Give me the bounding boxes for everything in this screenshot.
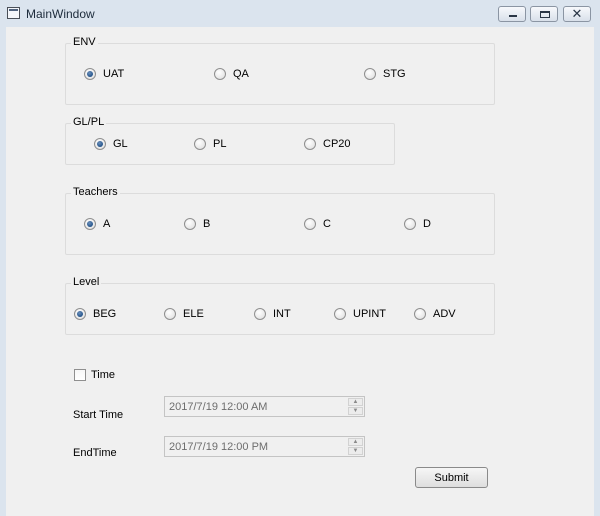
level-group-title: Level [71,276,102,288]
checkbox-indicator [74,369,86,381]
radio-indicator [304,138,316,150]
radio-label: CP20 [323,138,351,150]
radio-level-int[interactable]: INT [254,308,291,320]
radio-glpl-pl[interactable]: PL [194,138,226,150]
radio-indicator [84,218,96,230]
start-time-value: 2017/7/19 12:00 AM [169,401,268,413]
radio-indicator [414,308,426,320]
submit-button[interactable]: Submit [415,467,488,488]
env-group-title: ENV [71,36,98,48]
close-button[interactable]: ✕ [563,6,591,22]
radio-label: STG [383,68,406,80]
radio-teacher-a[interactable]: A [84,218,110,230]
end-time-value: 2017/7/19 12:00 PM [169,441,269,453]
minimize-button[interactable] [498,6,526,22]
radio-label: INT [273,308,291,320]
spin-up-icon[interactable]: ▲ [348,438,363,446]
env-group: ENV UAT QA STG [65,36,495,105]
radio-indicator [84,68,96,80]
radio-indicator [214,68,226,80]
radio-label: PL [213,138,227,150]
time-checkbox[interactable]: Time [74,369,115,381]
teachers-group: Teachers A B C D [65,186,495,255]
radio-label: ADV [433,308,456,320]
radio-level-adv[interactable]: ADV [414,308,456,320]
radio-label: BEG [93,308,117,320]
radio-level-beg[interactable]: BEG [74,308,116,320]
radio-label: QA [233,68,249,80]
radio-glpl-gl[interactable]: GL [94,138,128,150]
radio-level-upint[interactable]: UPINT [334,308,386,320]
radio-label: C [323,218,331,230]
radio-label: D [423,218,431,230]
start-time-spinner: ▲ ▼ [348,398,363,415]
close-icon: ✕ [571,6,583,21]
spin-down-icon[interactable]: ▼ [348,447,363,455]
radio-indicator [254,308,266,320]
radio-level-ele[interactable]: ELE [164,308,204,320]
radio-label: GL [113,138,128,150]
time-checkbox-label: Time [91,369,116,381]
spin-down-icon[interactable]: ▼ [348,407,363,415]
window-title: MainWindow [26,7,95,21]
radio-env-uat[interactable]: UAT [84,68,124,80]
radio-indicator [364,68,376,80]
radio-indicator [164,308,176,320]
radio-glpl-cp20[interactable]: CP20 [304,138,351,150]
maximize-icon [540,11,550,18]
radio-env-qa[interactable]: QA [214,68,249,80]
radio-teacher-d[interactable]: D [404,218,431,230]
radio-indicator [94,138,106,150]
maximize-button[interactable] [530,6,558,22]
glpl-group-title: GL/PL [71,116,107,128]
radio-indicator [194,138,206,150]
radio-env-stg[interactable]: STG [364,68,406,80]
radio-teacher-b[interactable]: B [184,218,210,230]
end-time-input[interactable]: 2017/7/19 12:00 PM ▲ ▼ [164,436,365,457]
end-time-label: EndTime [73,447,117,459]
title-bar[interactable]: MainWindow ✕ [0,0,600,27]
radio-label: ELE [183,308,204,320]
start-time-label: Start Time [73,409,124,421]
radio-indicator [334,308,346,320]
glpl-group: GL/PL GL PL CP20 [65,116,395,165]
radio-label: B [203,218,211,230]
radio-indicator [304,218,316,230]
radio-label: UPINT [353,308,386,320]
client-area: ENV UAT QA STG GL/PL GL PL CP20 Teachers… [6,27,594,516]
radio-indicator [184,218,196,230]
teachers-group-title: Teachers [71,186,120,198]
spin-up-icon[interactable]: ▲ [348,398,363,406]
main-window: MainWindow ✕ ENV UAT QA STG GL/PL GL PL … [0,0,600,516]
start-time-input[interactable]: 2017/7/19 12:00 AM ▲ ▼ [164,396,365,417]
window-icon [7,7,20,19]
minimize-icon [509,15,517,17]
radio-label: A [103,218,111,230]
radio-indicator [74,308,86,320]
level-group: Level BEG ELE INT UPINT ADV [65,276,495,335]
end-time-spinner: ▲ ▼ [348,438,363,455]
radio-label: UAT [103,68,125,80]
radio-indicator [404,218,416,230]
radio-teacher-c[interactable]: C [304,218,331,230]
